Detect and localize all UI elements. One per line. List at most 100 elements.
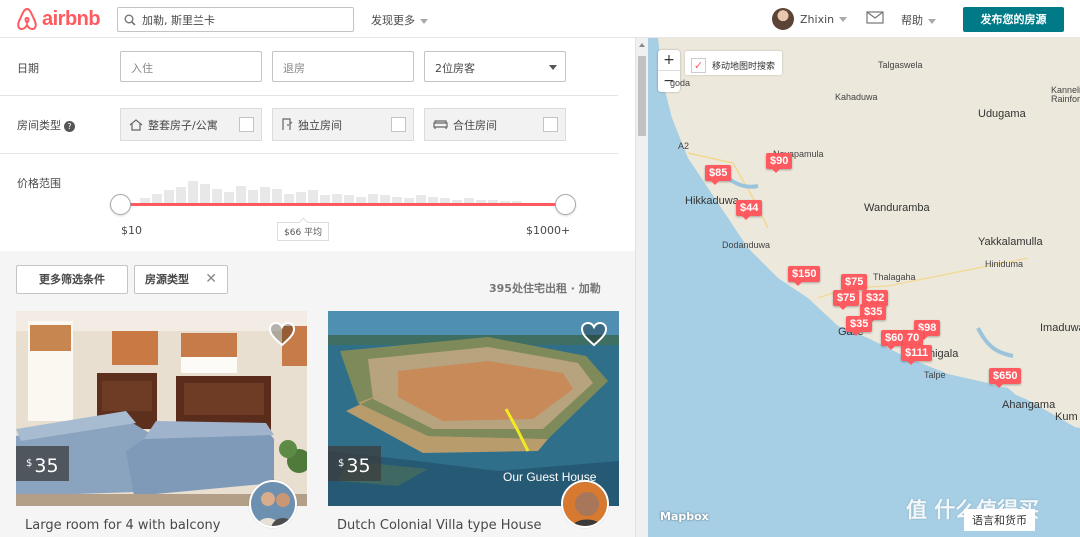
histogram-bar — [152, 194, 162, 203]
results-count: 395处住宅出租 · 加勒 — [489, 282, 601, 295]
help-label: 帮助 — [901, 14, 923, 27]
room-type-checkbox[interactable] — [239, 117, 254, 132]
map-town-label: Wanduramba — [864, 202, 930, 214]
discover-menu[interactable]: 发现更多 — [371, 12, 428, 28]
histogram-bar — [224, 192, 234, 203]
chevron-down-icon — [928, 18, 936, 24]
price-pin[interactable]: $75 — [841, 274, 868, 294]
listing-card[interactable]: $35 — [16, 311, 307, 506]
help-menu[interactable]: 帮助 — [901, 12, 936, 28]
room-type-row: 房间类型? 整套房子/公寓 独立房间 合住房间 — [0, 96, 618, 154]
price-value: 35 — [346, 455, 371, 477]
price-badge: $35 — [328, 446, 381, 481]
map-town-label: nigala — [929, 348, 959, 360]
price-histogram — [140, 181, 560, 203]
close-icon[interactable]: ✕ — [205, 266, 217, 293]
location-search[interactable] — [117, 7, 354, 32]
price-min-handle[interactable] — [110, 194, 131, 215]
zoom-in-button[interactable]: + — [658, 50, 680, 71]
room-type-chip-label: 房源类型 — [145, 273, 189, 286]
histogram-bar — [236, 186, 246, 203]
top-nav: airbnb 发现更多 Zhixin 帮助 发布您的房源 — [0, 0, 1080, 38]
room-type-checkbox[interactable] — [391, 117, 406, 132]
language-currency-button[interactable]: 语言和货币 — [964, 509, 1035, 531]
map-town-label: goda — [670, 78, 691, 88]
airbnb-logo[interactable]: airbnb — [16, 5, 101, 33]
room-type-filter-chip[interactable]: 房源类型 ✕ — [134, 265, 228, 294]
room-type-entire-home[interactable]: 整套房子/公寓 — [120, 108, 262, 141]
map-town-label: Rainfor — [1051, 94, 1080, 104]
map-town-label: Dodanduwa — [722, 240, 771, 250]
histogram-bar — [308, 190, 318, 203]
checkout-field[interactable]: 退房 — [272, 51, 414, 82]
price-pin[interactable]: $150 — [788, 266, 821, 286]
histogram-bar — [320, 195, 330, 203]
list-your-space-button[interactable]: 发布您的房源 — [963, 7, 1064, 32]
price-pin[interactable]: $85 — [705, 165, 732, 185]
histogram-bar — [344, 195, 354, 203]
histogram-bar — [296, 192, 306, 203]
map[interactable]: + − ✓ 移动地图时搜索 Talgaswela goda Kahaduwa Udu… — [648, 38, 1080, 537]
price-pin[interactable]: 70 — [903, 330, 924, 350]
price-range-label: 价格范围 — [17, 177, 61, 190]
price-pin[interactable]: $111 — [901, 345, 933, 365]
map-town-label: Talgaswela — [878, 60, 923, 70]
host-avatar[interactable] — [561, 480, 609, 528]
histogram-bar — [380, 195, 390, 203]
room-type-private-room[interactable]: 独立房间 — [272, 108, 414, 141]
results-scrollbar[interactable] — [635, 38, 648, 537]
scroll-up-arrow-icon[interactable] — [639, 43, 645, 47]
mail-icon[interactable] — [866, 11, 884, 24]
price-average-tooltip: $66 平均 — [277, 222, 330, 241]
histogram-bar — [416, 195, 426, 203]
scroll-thumb[interactable] — [638, 56, 646, 136]
price-max-handle[interactable] — [555, 194, 576, 215]
guests-value: 2位房客 — [435, 62, 475, 75]
histogram-bar — [248, 190, 258, 203]
more-filters-button[interactable]: 更多筛选条件 — [16, 265, 128, 294]
map-town-label: Imaduwa — [1040, 322, 1080, 334]
histogram-bar — [272, 189, 282, 203]
histogram-bar — [212, 189, 222, 203]
room-type-label: 房间类型? — [17, 117, 75, 133]
chevron-down-icon — [420, 18, 428, 24]
room-type-shared-room[interactable]: 合住房间 — [424, 108, 566, 141]
histogram-bar — [260, 187, 270, 203]
listing-title[interactable]: Dutch Colonial Villa type House — [337, 518, 541, 533]
door-icon — [282, 118, 293, 130]
checkin-field[interactable]: 入住 — [120, 51, 262, 82]
discover-label: 发现更多 — [371, 14, 415, 27]
user-menu[interactable]: Zhixin — [772, 8, 848, 30]
map-town-label: A2 — [678, 141, 690, 151]
price-pin[interactable]: $44 — [736, 200, 763, 220]
price-pin[interactable]: $650 — [989, 368, 1022, 388]
checkmark-icon[interactable]: ✓ — [691, 57, 706, 73]
search-input[interactable] — [142, 13, 342, 26]
price-pin[interactable]: $75 — [833, 290, 860, 310]
dates-row: 日期 入住 退房 2位房客 — [0, 38, 618, 96]
price-currency: $ — [26, 458, 33, 469]
listing-title[interactable]: Large room for 4 with balcony — [25, 518, 220, 533]
guests-select[interactable]: 2位房客 — [424, 51, 566, 82]
map-town-label: Kum — [1055, 411, 1078, 423]
price-value: 35 — [34, 455, 59, 477]
price-pin[interactable]: $35 — [846, 316, 873, 336]
map-town-label: Hikkaduwa — [685, 195, 739, 207]
price-slider-track[interactable] — [121, 203, 565, 206]
airbnb-belo-icon — [17, 7, 37, 31]
help-icon[interactable]: ? — [64, 120, 75, 132]
heart-icon[interactable] — [268, 321, 296, 347]
search-icon — [124, 14, 136, 26]
price-max-label: $1000+ — [526, 224, 571, 237]
price-pin[interactable]: $90 — [766, 153, 793, 173]
histogram-bar — [176, 187, 186, 203]
listing-card[interactable]: Our Guest House $35 — [328, 311, 619, 506]
room-type-label-private: 独立房间 — [298, 118, 342, 132]
mapbox-attribution[interactable]: Mapbox — [660, 510, 709, 523]
room-type-checkbox[interactable] — [543, 117, 558, 132]
avatar — [772, 8, 794, 30]
histogram-bar — [332, 194, 342, 203]
heart-icon[interactable] — [580, 321, 608, 347]
search-on-move-toggle[interactable]: ✓ 移动地图时搜索 — [685, 51, 783, 75]
host-avatar[interactable] — [249, 480, 297, 528]
